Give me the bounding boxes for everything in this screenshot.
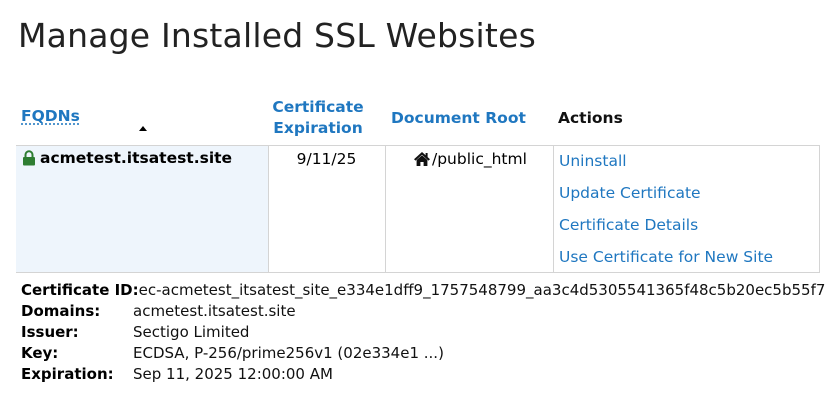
certificate-expiration-column-header[interactable]: Certificate Expiration <box>268 97 368 139</box>
use-certificate-for-new-site-link[interactable]: Use Certificate for New Site <box>559 248 773 266</box>
fqdn-text: acmetest.itsatest.site <box>40 149 233 167</box>
lock-icon <box>22 150 36 166</box>
uninstall-link[interactable]: Uninstall <box>559 152 627 170</box>
column-divider <box>385 146 386 272</box>
ssl-page: Manage Installed SSL Websites FQDNs Cert… <box>0 0 835 414</box>
actions-column-header: Actions <box>558 109 623 127</box>
certificate-id-value: ec-acmetest_itsatest_site_e334e1dff9_175… <box>138 281 826 299</box>
domains-row: Domains: acmetest.itsatest.site <box>21 301 825 322</box>
key-row: Key: ECDSA, P-256/prime256v1 (02e334e1 .… <box>21 343 825 364</box>
sort-ascending-icon <box>139 126 147 131</box>
certificate-id-row: Certificate ID: ec-acmetest_itsatest_sit… <box>21 280 825 301</box>
certificate-details-panel: Certificate ID: ec-acmetest_itsatest_sit… <box>21 280 825 385</box>
expiration-label: Expiration: <box>21 365 114 383</box>
document-root-column-header[interactable]: Document Root <box>391 108 526 129</box>
update-certificate-link[interactable]: Update Certificate <box>559 184 701 202</box>
domains-value: acmetest.itsatest.site <box>133 302 296 320</box>
column-divider <box>553 146 554 272</box>
domains-label: Domains: <box>21 302 101 320</box>
issuer-label: Issuer: <box>21 323 79 341</box>
row-bottom-border <box>16 272 820 273</box>
expiration-date: 9/11/25 <box>296 150 357 168</box>
issuer-row: Issuer: Sectigo Limited <box>21 322 825 343</box>
document-root-cell: /public_html <box>413 150 527 168</box>
expiration-row: Expiration: Sep 11, 2025 12:00:00 AM <box>21 364 825 385</box>
fqdn-cell: acmetest.itsatest.site <box>22 149 232 167</box>
expiration-header-line1: Certificate <box>272 98 364 116</box>
key-value: ECDSA, P-256/prime256v1 (02e334e1 ...) <box>133 344 444 362</box>
column-divider <box>819 146 820 272</box>
certificate-id-label: Certificate ID: <box>21 281 139 299</box>
expiration-value: Sep 11, 2025 12:00:00 AM <box>133 365 333 383</box>
home-icon <box>413 151 431 167</box>
document-root-path: /public_html <box>432 150 527 168</box>
certificate-details-link[interactable]: Certificate Details <box>559 216 698 234</box>
fqdns-column-header[interactable]: FQDNs <box>21 106 80 127</box>
page-title: Manage Installed SSL Websites <box>18 16 536 55</box>
expiration-header-line2: Expiration <box>273 119 363 137</box>
key-label: Key: <box>21 344 59 362</box>
issuer-value: Sectigo Limited <box>133 323 250 341</box>
